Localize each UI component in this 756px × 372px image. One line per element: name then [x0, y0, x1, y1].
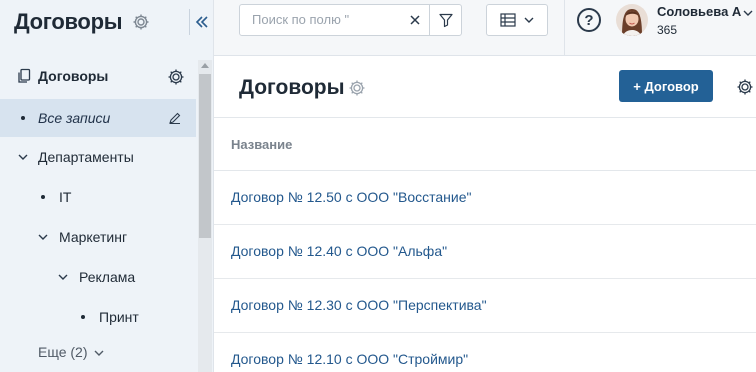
bullet-icon	[41, 195, 45, 199]
divider	[564, 0, 565, 56]
gear-icon[interactable]	[166, 67, 186, 87]
sidebar-item-departments[interactable]: Департаменты	[0, 138, 196, 176]
gear-icon[interactable]	[347, 78, 367, 98]
view-mode-button[interactable]	[486, 4, 548, 36]
sidebar-item-all-records[interactable]: Все записи	[0, 99, 196, 137]
avatar[interactable]	[616, 4, 648, 36]
search-box	[239, 4, 462, 36]
sidebar-item-print[interactable]: Принт	[0, 298, 196, 336]
sidebar-title: Договоры	[14, 9, 123, 34]
gear-icon[interactable]	[735, 77, 755, 97]
chevron-down-icon[interactable]	[38, 233, 48, 241]
table-row[interactable]: Договор № 12.50 с ООО "Восстание"	[214, 171, 756, 225]
row-link[interactable]: Договор № 12.30 с ООО "Перспектива"	[231, 297, 487, 313]
help-icon: ?	[584, 11, 594, 29]
user-photo	[616, 4, 648, 36]
user-name[interactable]: Соловьева А	[657, 4, 741, 19]
chevron-down-icon[interactable]	[18, 153, 28, 161]
table-row[interactable]: Договор № 12.10 с ООО "Строймир"	[214, 333, 756, 372]
scroll-up-icon[interactable]	[201, 62, 209, 68]
collapse-icon	[195, 16, 208, 28]
sidebar-item-label: IT	[59, 189, 72, 205]
page-title: Договоры	[239, 76, 345, 99]
row-link[interactable]: Договор № 12.40 с ООО "Альфа"	[231, 243, 447, 259]
chevron-down-icon[interactable]	[743, 9, 753, 17]
column-header-name[interactable]: Название	[231, 137, 292, 152]
sidebar: Договоры Договоры Все записи Департамент…	[0, 0, 214, 372]
sidebar-item-label: Договоры	[38, 68, 109, 84]
user-subtitle: 365	[657, 23, 678, 37]
collapse-sidebar-button[interactable]	[189, 9, 213, 35]
sidebar-item-label: Все записи	[38, 110, 111, 126]
filter-button[interactable]	[429, 5, 462, 35]
documents-icon	[18, 68, 31, 83]
help-button[interactable]: ?	[577, 8, 601, 32]
gear-icon[interactable]	[131, 12, 151, 32]
sidebar-item-contracts[interactable]: Договоры	[0, 57, 196, 95]
table-row[interactable]: Договор № 12.40 с ООО "Альфа"	[214, 225, 756, 279]
bullet-icon	[21, 116, 25, 120]
top-bar: ? Соловьева А 365	[214, 0, 756, 56]
add-contract-button[interactable]: + Договор	[619, 70, 713, 102]
sidebar-item-it[interactable]: IT	[0, 178, 196, 216]
table-row[interactable]: Договор № 12.30 с ООО "Перспектива"	[214, 279, 756, 333]
sidebar-more-button[interactable]: Еще (2)	[0, 334, 196, 370]
sidebar-item-label: Департаменты	[38, 149, 134, 165]
table-header: Название	[214, 117, 756, 171]
sidebar-item-advertising[interactable]: Реклама	[0, 258, 196, 296]
table-view-icon	[500, 13, 516, 27]
sidebar-item-marketing[interactable]: Маркетинг	[0, 218, 196, 256]
clear-icon[interactable]	[407, 12, 423, 28]
chevron-down-icon	[524, 17, 534, 23]
bullet-icon	[81, 315, 85, 319]
sidebar-item-label: Маркетинг	[59, 229, 128, 245]
sidebar-item-label: Принт	[99, 309, 139, 325]
main-content: Договоры + Договор Название Договор № 12…	[214, 57, 756, 372]
filter-icon	[439, 13, 453, 28]
chevron-down-icon	[94, 350, 104, 356]
sidebar-item-label: Реклама	[79, 269, 136, 285]
sidebar-header: Договоры	[0, 0, 214, 56]
sidebar-scrollbar-thumb[interactable]	[199, 74, 211, 238]
chevron-down-icon[interactable]	[58, 273, 68, 281]
row-link[interactable]: Договор № 12.50 с ООО "Восстание"	[231, 189, 471, 205]
row-link[interactable]: Договор № 12.10 с ООО "Строймир"	[231, 351, 468, 367]
edit-icon[interactable]	[168, 111, 182, 125]
search-input[interactable]	[252, 12, 402, 27]
sidebar-more-label: Еще (2)	[38, 344, 88, 360]
